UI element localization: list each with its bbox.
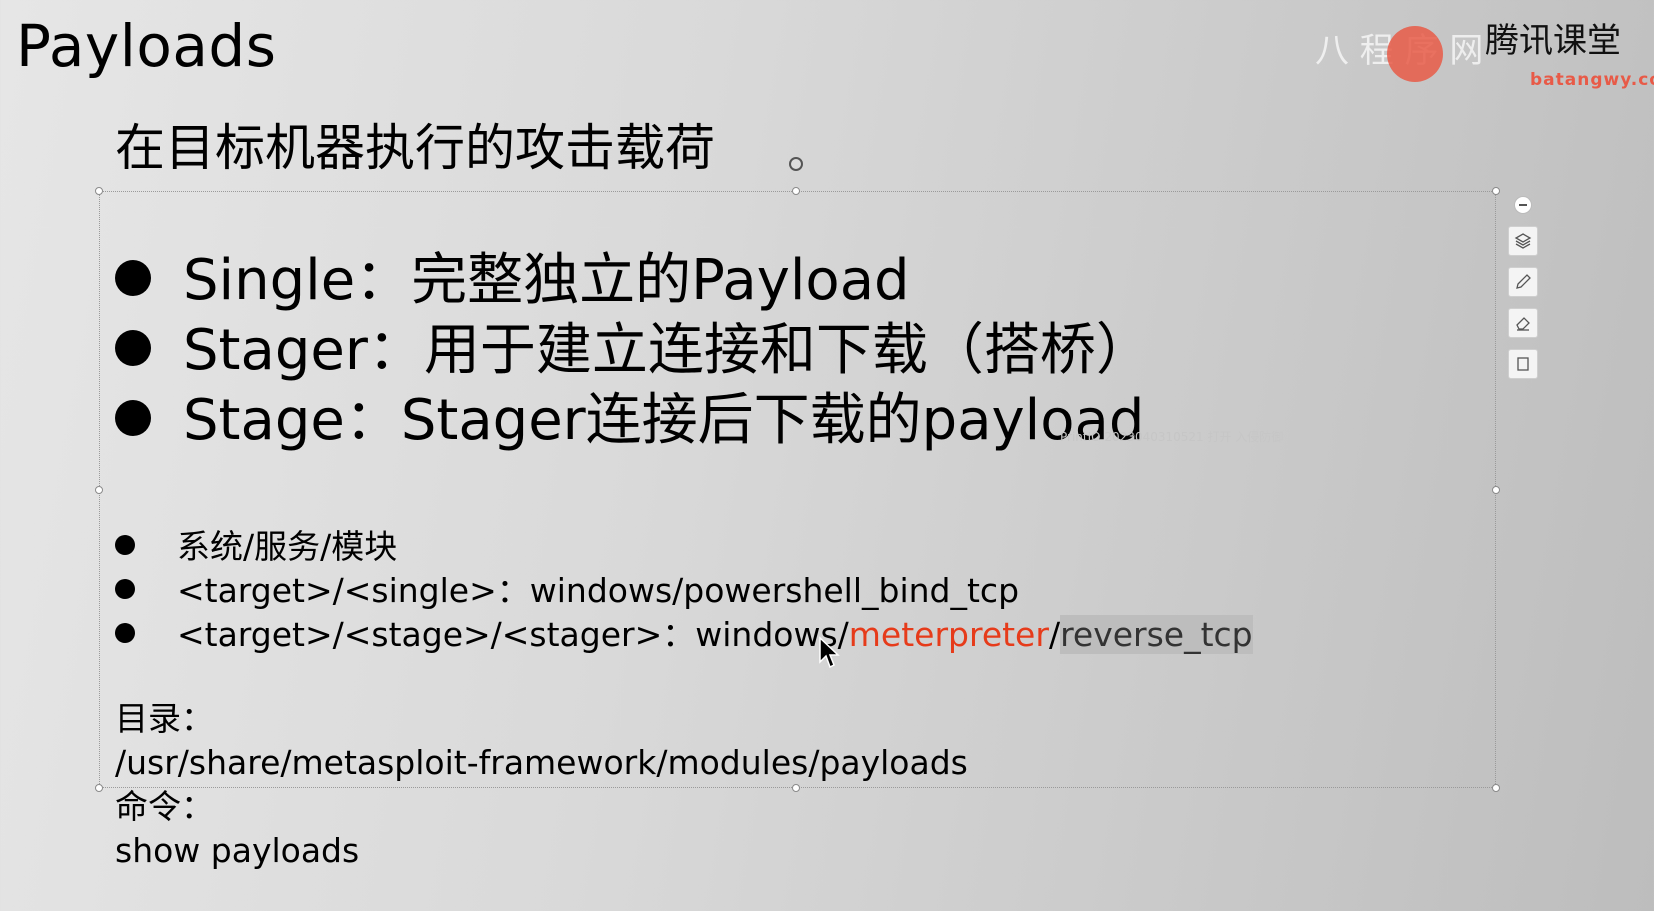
layers-icon[interactable] <box>1508 226 1538 256</box>
minus-icon[interactable] <box>1514 196 1532 214</box>
slide-title: Payloads <box>16 12 277 80</box>
directory-path: /usr/share/metasploit-framework/modules/… <box>115 743 968 782</box>
command-value: show payloads <box>115 831 360 870</box>
list-item: Stager：用于建立连接和下载（搭桥） <box>115 316 1152 386</box>
svg-text:腾讯课堂: 腾讯课堂 <box>1485 21 1621 61</box>
square-icon[interactable] <box>1508 349 1538 379</box>
resize-handle[interactable] <box>95 187 103 195</box>
payload-types-list: Single：完整独立的Payload Stager：用于建立连接和下载（搭桥）… <box>115 246 1152 456</box>
resize-handle[interactable] <box>95 486 103 494</box>
resize-handle[interactable] <box>1492 187 1500 195</box>
resize-handle[interactable] <box>1492 486 1500 494</box>
list-item: <target>/<single>：windows/powershell_bin… <box>115 569 1253 613</box>
list-item: <target>/<stage>/<stager>：windows/meterp… <box>115 613 1253 657</box>
list-item: Single：完整独立的Payload <box>115 246 1152 316</box>
eraser-icon[interactable] <box>1508 308 1538 338</box>
watermark-text: PrintIO 2023040310521 打开 入侵防御 <box>1060 430 1284 444</box>
bullet-icon <box>115 259 151 296</box>
resize-handle[interactable] <box>95 784 103 792</box>
resize-handle[interactable] <box>792 784 800 792</box>
bullet-icon <box>115 399 151 436</box>
logo-text: batangwy.com <box>1530 70 1654 90</box>
pen-icon[interactable] <box>1508 267 1538 297</box>
bullet-icon <box>115 329 151 366</box>
rotate-handle[interactable] <box>789 157 803 171</box>
naming-list: 系统/服务/模块 <target>/<single>：windows/power… <box>115 525 1253 657</box>
highlight-meterpreter: meterpreter <box>848 615 1049 654</box>
slide-subtitle: 在目标机器执行的攻击载荷 <box>115 119 715 177</box>
selected-text[interactable]: reverse_tcp <box>1060 615 1253 654</box>
resize-handle[interactable] <box>792 187 800 195</box>
command-label: 命令： <box>115 787 214 826</box>
mouse-cursor-icon <box>819 636 840 669</box>
resize-handle[interactable] <box>1492 784 1500 792</box>
bullet-icon <box>115 578 135 599</box>
annotation-toolbar <box>1508 196 1540 390</box>
list-item: 系统/服务/模块 <box>115 525 1253 569</box>
bullet-icon <box>115 534 135 555</box>
bullet-icon <box>115 622 135 643</box>
directory-label: 目录： <box>115 699 214 738</box>
list-item: Stage：Stager连接后下载的payload <box>115 386 1152 456</box>
